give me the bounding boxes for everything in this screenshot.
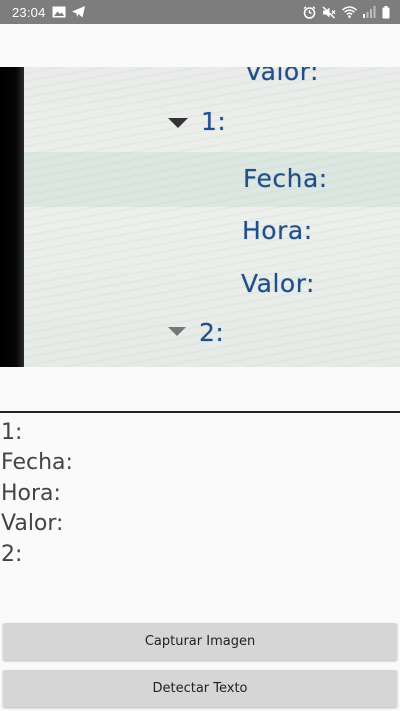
preview-dark-edge bbox=[0, 67, 24, 367]
signal-icon bbox=[363, 6, 376, 18]
preview-line: Valor: bbox=[245, 67, 319, 86]
status-left: 23:04 bbox=[12, 0, 85, 24]
capture-image-button[interactable]: Capturar Imagen bbox=[3, 623, 397, 660]
preview-line: 1: bbox=[201, 107, 227, 136]
preview-line: 2: bbox=[199, 318, 225, 347]
camera-preview-image: Valor: 1: Fecha: Hora: Valor: 2: bbox=[0, 67, 400, 367]
battery-icon bbox=[382, 5, 390, 19]
status-bar: 23:04 bbox=[0, 0, 400, 24]
preview-line: Valor: bbox=[241, 269, 315, 298]
expand-triangle-icon bbox=[168, 327, 186, 336]
preview-line: Hora: bbox=[242, 216, 313, 245]
divider bbox=[0, 411, 400, 413]
image-icon bbox=[52, 6, 66, 18]
status-right bbox=[303, 0, 390, 24]
recognized-text: 1: Fecha: Hora: Valor: 2: bbox=[1, 420, 73, 567]
alarm-icon bbox=[303, 5, 316, 19]
telegram-icon bbox=[71, 6, 85, 18]
expand-triangle-icon bbox=[168, 118, 188, 128]
status-time: 23:04 bbox=[12, 4, 46, 20]
mute-icon bbox=[322, 5, 336, 19]
detect-text-button[interactable]: Detectar Texto bbox=[3, 670, 397, 707]
preview-line: Fecha: bbox=[243, 164, 328, 193]
wifi-icon bbox=[342, 6, 357, 18]
